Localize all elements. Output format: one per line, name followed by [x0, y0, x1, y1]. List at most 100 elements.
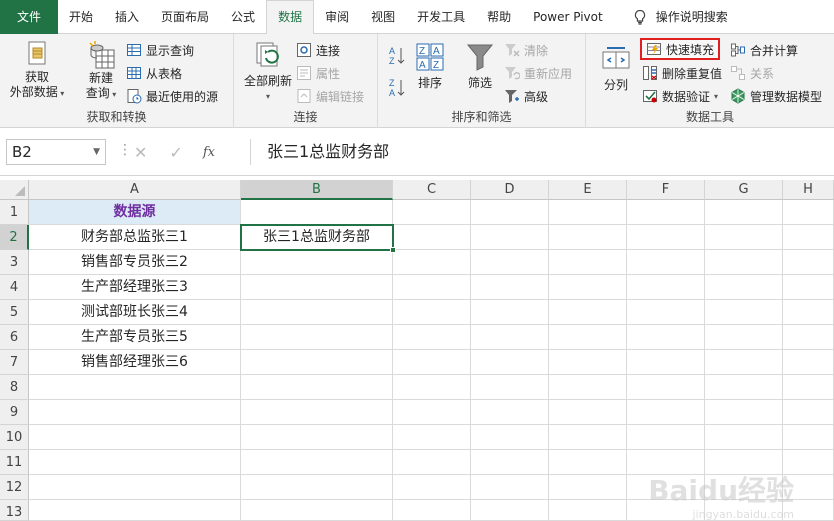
column-header-c[interactable]: C	[393, 180, 471, 200]
get-external-data-button[interactable]: 获取 外部数据 ▾	[6, 40, 68, 101]
row-header-13[interactable]: 13	[0, 500, 29, 521]
grid-cell[interactable]	[783, 375, 834, 400]
flash-fill-button[interactable]: 快速填充	[640, 38, 721, 60]
cell-a1[interactable]: 数据源	[29, 200, 241, 225]
grid-cell[interactable]	[549, 350, 627, 375]
grid-cell[interactable]	[241, 375, 393, 400]
column-header-e[interactable]: E	[549, 180, 627, 200]
grid-cell[interactable]	[241, 250, 393, 275]
grid-cell[interactable]	[471, 475, 549, 500]
grid-cell[interactable]	[627, 275, 705, 300]
grid-cell[interactable]	[29, 475, 241, 500]
filter-button[interactable]: 筛选	[462, 42, 498, 91]
remove-duplicates-button[interactable]: 删除重复值	[642, 63, 722, 83]
grid-cell[interactable]	[393, 275, 471, 300]
grid-cell[interactable]	[783, 275, 834, 300]
row-header-8[interactable]: 8	[0, 375, 29, 400]
grid-cell[interactable]	[549, 200, 627, 225]
tab-data[interactable]: 数据	[266, 0, 315, 35]
grid-cell[interactable]	[241, 500, 393, 521]
tab-insert[interactable]: 插入	[104, 0, 150, 34]
grid-cell[interactable]	[549, 450, 627, 475]
grid-cell[interactable]	[393, 375, 471, 400]
grid-cell[interactable]	[29, 500, 241, 521]
grid-cell[interactable]	[471, 425, 549, 450]
grid-cell[interactable]	[627, 350, 705, 375]
cell-a4[interactable]: 生产部经理张三3	[29, 275, 241, 300]
tab-review[interactable]: 审阅	[314, 0, 360, 34]
grid-cell[interactable]	[627, 250, 705, 275]
grid-cell[interactable]	[783, 225, 834, 250]
row-header-2[interactable]: 2	[0, 225, 29, 250]
tab-developer[interactable]: 开发工具	[406, 0, 476, 34]
show-queries-button[interactable]: 显示查询	[126, 40, 194, 60]
fill-handle[interactable]	[390, 247, 396, 253]
data-validation-button[interactable]: 数据验证 ▾	[642, 86, 718, 106]
tab-formulas[interactable]: 公式	[220, 0, 266, 34]
grid-cell[interactable]	[783, 200, 834, 225]
grid-cell[interactable]	[705, 225, 783, 250]
grid-cell[interactable]	[393, 425, 471, 450]
grid-cell[interactable]	[627, 200, 705, 225]
grid-cell[interactable]	[705, 250, 783, 275]
grid-cell[interactable]	[549, 475, 627, 500]
cell-a5[interactable]: 测试部班长张三4	[29, 300, 241, 325]
row-header-12[interactable]: 12	[0, 475, 29, 500]
row-header-1[interactable]: 1	[0, 200, 29, 225]
cell-a7[interactable]: 销售部经理张三6	[29, 350, 241, 375]
row-header-5[interactable]: 5	[0, 300, 29, 325]
name-box[interactable]: B2 ▼	[6, 139, 106, 165]
grid-cell[interactable]	[393, 475, 471, 500]
row-header-3[interactable]: 3	[0, 250, 29, 275]
grid-cell[interactable]	[705, 425, 783, 450]
tell-me-search[interactable]: 操作说明搜索	[614, 0, 739, 34]
grid-cell[interactable]	[29, 375, 241, 400]
row-header-7[interactable]: 7	[0, 350, 29, 375]
cell-a3[interactable]: 销售部专员张三2	[29, 250, 241, 275]
grid-cell[interactable]	[549, 425, 627, 450]
grid-cell[interactable]	[241, 200, 393, 225]
grid-cell[interactable]	[241, 275, 393, 300]
from-table-button[interactable]: 从表格	[126, 63, 182, 83]
column-header-d[interactable]: D	[471, 180, 549, 200]
grid-cell[interactable]	[627, 300, 705, 325]
cell-a6[interactable]: 生产部专员张三5	[29, 325, 241, 350]
grid-cell[interactable]	[393, 400, 471, 425]
grid-cell[interactable]	[783, 250, 834, 275]
grid-cell[interactable]	[549, 325, 627, 350]
reapply-button[interactable]: 重新应用	[504, 63, 572, 83]
tab-page-layout[interactable]: 页面布局	[150, 0, 220, 34]
grid-cell[interactable]	[241, 425, 393, 450]
row-header-10[interactable]: 10	[0, 425, 29, 450]
grid-cell[interactable]	[393, 200, 471, 225]
sort-za-button[interactable]: ZA	[388, 78, 406, 98]
cancel-icon[interactable]: ✕	[134, 143, 147, 162]
grid-cell[interactable]	[29, 450, 241, 475]
grid-cell[interactable]	[627, 375, 705, 400]
grid-cell[interactable]	[241, 475, 393, 500]
grid-cell[interactable]	[471, 300, 549, 325]
tab-home[interactable]: 开始	[58, 0, 104, 34]
grid-cell[interactable]	[783, 300, 834, 325]
grid-cell[interactable]	[471, 375, 549, 400]
grid-cell[interactable]	[705, 300, 783, 325]
grid-cell[interactable]	[471, 400, 549, 425]
grid-cell[interactable]	[783, 325, 834, 350]
column-header-h[interactable]: H	[783, 180, 834, 200]
clear-button[interactable]: 清除	[504, 40, 548, 60]
column-header-b[interactable]: B	[241, 180, 393, 200]
properties-button[interactable]: 属性	[296, 63, 340, 83]
grid-cell[interactable]	[471, 200, 549, 225]
consolidate-button[interactable]: 合并计算	[730, 40, 798, 60]
grid-cell[interactable]	[627, 325, 705, 350]
tab-view[interactable]: 视图	[360, 0, 406, 34]
grid-cell[interactable]	[241, 350, 393, 375]
tab-help[interactable]: 帮助	[476, 0, 522, 34]
grid-cell[interactable]	[549, 250, 627, 275]
grid-cell[interactable]	[393, 225, 471, 250]
grid-cell[interactable]	[393, 300, 471, 325]
manage-data-model-button[interactable]: 管理数据模型	[730, 86, 822, 106]
new-query-button[interactable]: 新建 查询 ▾	[80, 40, 122, 102]
column-header-a[interactable]: A	[29, 180, 241, 200]
grid-cell[interactable]	[241, 325, 393, 350]
